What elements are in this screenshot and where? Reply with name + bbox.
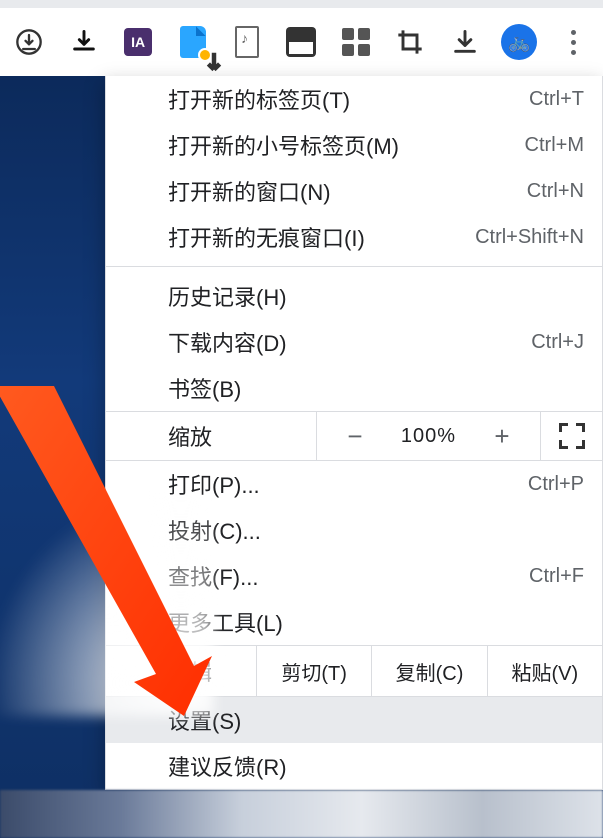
zoom-out-button[interactable]: − [337, 421, 373, 452]
menu-edit-label: 编辑 [106, 646, 256, 696]
menu-item-label: 下载内容(D) [168, 326, 287, 358]
menu-item-label: 建议反馈(R) [168, 750, 287, 782]
extension-toolbar: IA 🚲 [0, 8, 603, 76]
menu-item-shortcut: Ctrl+P [528, 473, 584, 496]
menu-item-shortcut: Ctrl+N [527, 180, 584, 203]
chrome-menu-button[interactable] [547, 8, 601, 76]
profile-avatar-icon[interactable]: 🚲 [492, 8, 546, 76]
edit-cut-button[interactable]: 剪切(T) [256, 646, 371, 696]
ext-apps-grid-icon[interactable] [329, 8, 383, 76]
zoom-percent: 100% [401, 425, 456, 448]
menu-downloads[interactable]: 下载内容(D) Ctrl+J [106, 319, 602, 365]
fullscreen-button[interactable] [540, 412, 602, 460]
ext-download-tray-icon[interactable] [56, 8, 110, 76]
menu-item-label: 投射(C)... [168, 514, 261, 546]
ext-download-arrow-icon[interactable] [438, 8, 492, 76]
fullscreen-icon [559, 423, 585, 449]
ext-crop-icon[interactable] [383, 8, 437, 76]
menu-zoom-label: 缩放 [106, 412, 316, 460]
menu-print[interactable]: 打印(P)... Ctrl+P [106, 461, 602, 507]
ext-picture-icon[interactable] [274, 8, 328, 76]
menu-item-label: 打开新的窗口(N) [168, 175, 331, 207]
menu-new-small-tab[interactable]: 打开新的小号标签页(M) Ctrl+M [106, 122, 602, 168]
menu-more-tools[interactable]: 更多工具(L) [106, 599, 602, 645]
menu-item-label: 设置(S) [168, 704, 241, 736]
ext-download-circle-icon[interactable] [2, 8, 56, 76]
ext-ia-badge-icon[interactable]: IA [111, 8, 165, 76]
menu-cast[interactable]: 投射(C)... [106, 507, 602, 553]
menu-separator [106, 266, 602, 267]
menu-item-shortcut: Ctrl+J [531, 331, 584, 354]
menu-find[interactable]: 查找(F)... Ctrl+F [106, 553, 602, 599]
menu-zoom-controls: − 100% + [316, 412, 540, 460]
menu-bookmarks[interactable]: 书签(B) [106, 365, 602, 411]
edit-copy-button[interactable]: 复制(C) [371, 646, 486, 696]
zoom-in-button[interactable]: + [484, 421, 520, 452]
menu-item-label: 打开新的标签页(T) [168, 83, 350, 115]
menu-item-shortcut: Ctrl+Shift+N [475, 226, 584, 249]
menu-feedback[interactable]: 建议反馈(R) [106, 743, 602, 789]
menu-item-label: 书签(B) [168, 372, 241, 404]
menu-item-shortcut: Ctrl+F [529, 565, 584, 588]
menu-item-label: 打开新的小号标签页(M) [168, 129, 399, 161]
menu-item-label: 打印(P)... [168, 468, 260, 500]
menu-item-label: 更多工具(L) [168, 606, 283, 638]
edit-paste-button[interactable]: 粘贴(V) [487, 646, 602, 696]
window-frame-top [0, 0, 603, 8]
menu-settings[interactable]: 设置(S) [106, 697, 602, 743]
menu-item-label: 历史记录(H) [168, 280, 287, 312]
bottom-blur-strip [0, 790, 603, 838]
menu-history[interactable]: 历史记录(H) [106, 273, 602, 319]
ext-save-page-icon[interactable] [165, 8, 219, 76]
menu-new-window[interactable]: 打开新的窗口(N) Ctrl+N [106, 168, 602, 214]
menu-incognito-window[interactable]: 打开新的无痕窗口(I) Ctrl+Shift+N [106, 214, 602, 260]
menu-item-label: 打开新的无痕窗口(I) [168, 221, 365, 253]
menu-zoom-row: 缩放 − 100% + [106, 411, 602, 461]
ext-music-note-icon[interactable] [220, 8, 274, 76]
menu-edit-row: 编辑 剪切(T) 复制(C) 粘贴(V) [106, 645, 602, 697]
menu-item-shortcut: Ctrl+M [525, 134, 584, 157]
chrome-main-menu: 打开新的标签页(T) Ctrl+T 打开新的小号标签页(M) Ctrl+M 打开… [105, 76, 603, 790]
menu-new-tab[interactable]: 打开新的标签页(T) Ctrl+T [106, 76, 602, 122]
menu-item-label: 查找(F)... [168, 560, 258, 592]
menu-item-shortcut: Ctrl+T [529, 88, 584, 111]
